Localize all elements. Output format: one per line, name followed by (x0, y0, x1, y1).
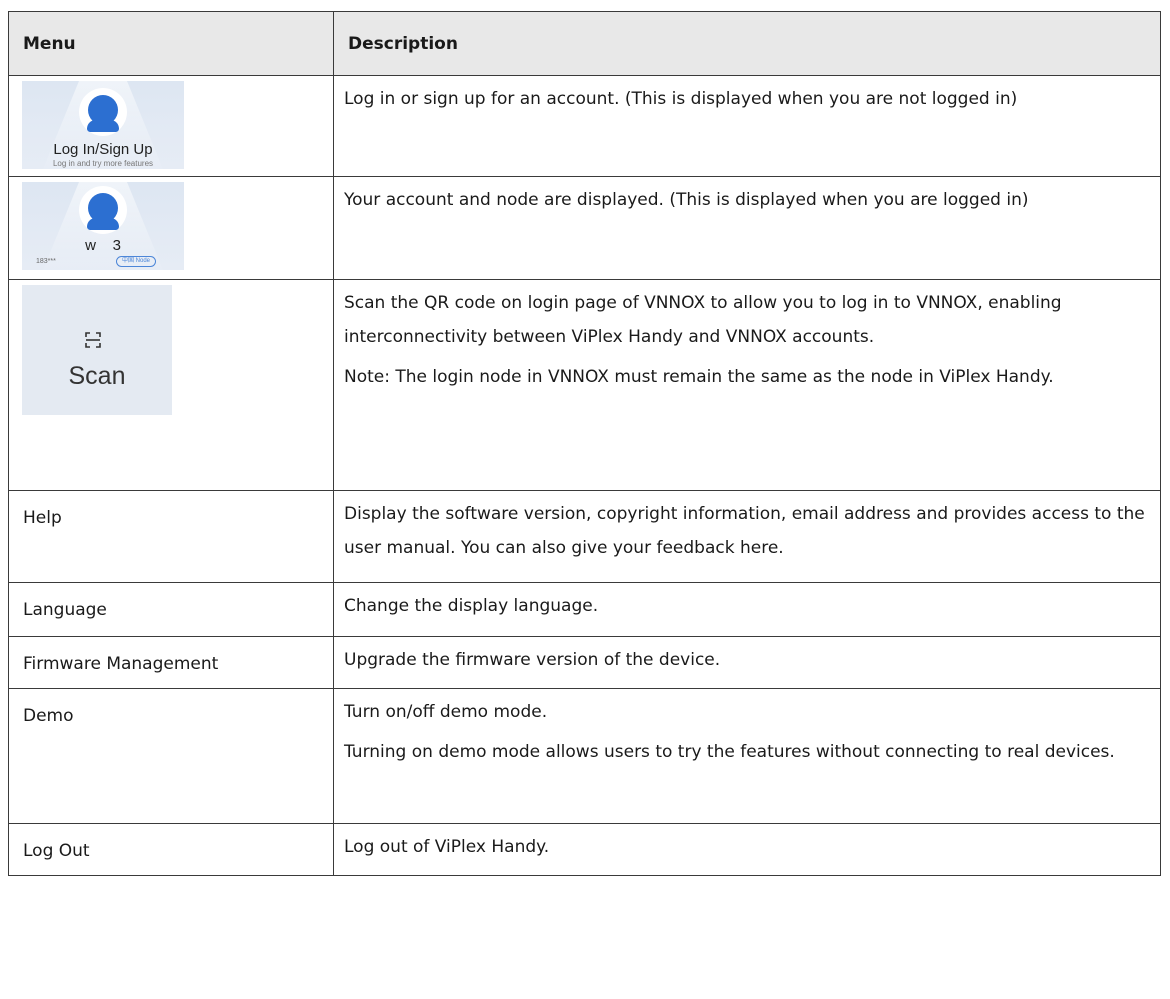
table-row: Help Display the software version, copyr… (8, 490, 1161, 583)
account-username: w 3 (85, 237, 121, 254)
description-cell: Your account and node are displayed. (Th… (333, 176, 1161, 280)
description-cell: Change the display language. (333, 582, 1161, 637)
menu-cell: w 3 183*** 中国 Node (8, 176, 334, 280)
description-column-header: Description (333, 11, 1161, 76)
avatar-icon (79, 88, 127, 136)
scan-menu-thumbnail: Scan (22, 285, 172, 415)
menu-cell-demo: Demo (8, 688, 334, 824)
description-text: Upgrade the firmware version of the devi… (344, 650, 721, 670)
menu-description-table-container: Menu Description Log In/Sign Up Log in a… (8, 11, 1161, 876)
account-menu-thumbnail: w 3 183*** 中国 Node (22, 182, 184, 270)
menu-cell: Log In/Sign Up Log in and try more featu… (8, 75, 334, 177)
description-text: Turning on demo mode allows users to try… (344, 742, 1115, 762)
description-cell: Scan the QR code on login page of VNNOX … (333, 279, 1161, 491)
description-cell: Log in or sign up for an account. (This … (333, 75, 1161, 177)
description-text: Scan the QR code on login page of VNNOX … (344, 293, 1062, 347)
avatar-icon (79, 186, 127, 234)
table-row: Log Out Log out of ViPlex Handy. (8, 823, 1161, 876)
description-cell: Display the software version, copyright … (333, 490, 1161, 583)
login-subtitle: Log in and try more features (52, 159, 154, 168)
menu-cell-firmware-management: Firmware Management (8, 636, 334, 689)
table-header-row: Menu Description (8, 11, 1161, 76)
description-text: Log in or sign up for an account. (This … (344, 89, 1018, 109)
scan-label: Scan (68, 362, 126, 390)
description-note: Note: The login node in VNNOX must remai… (344, 367, 1054, 387)
table-row: Language Change the display language. (8, 582, 1161, 637)
menu-cell-language: Language (8, 582, 334, 637)
description-text: Turn on/off demo mode. (344, 702, 548, 722)
description-text: Change the display language. (344, 596, 599, 616)
table-row: Scan Scan the QR code on login page of V… (8, 279, 1161, 491)
description-text: Display the software version, copyright … (344, 504, 1145, 558)
menu-column-header: Menu (8, 11, 334, 76)
menu-description-table: Menu Description Log In/Sign Up Log in a… (8, 11, 1161, 876)
table-row: Demo Turn on/off demo mode. Turning on d… (8, 688, 1161, 824)
account-phone: 183*** (36, 258, 56, 265)
table-row: Log In/Sign Up Log in and try more featu… (8, 75, 1161, 177)
table-row: w 3 183*** 中国 Node Your account and node… (8, 176, 1161, 280)
menu-cell: Scan (8, 279, 334, 491)
scan-icon (85, 332, 101, 348)
description-cell: Upgrade the firmware version of the devi… (333, 636, 1161, 689)
description-cell: Turn on/off demo mode. Turning on demo m… (333, 688, 1161, 824)
description-cell: Log out of ViPlex Handy. (333, 823, 1161, 876)
node-badge: 中国 Node (116, 256, 157, 267)
description-text: Your account and node are displayed. (Th… (344, 190, 1029, 210)
menu-cell-log-out: Log Out (8, 823, 334, 876)
login-menu-thumbnail: Log In/Sign Up Log in and try more featu… (22, 81, 184, 169)
menu-cell-help: Help (8, 490, 334, 583)
description-text: Log out of ViPlex Handy. (344, 837, 550, 857)
table-row: Firmware Management Upgrade the firmware… (8, 636, 1161, 689)
login-title: Log In/Sign Up (53, 141, 153, 158)
